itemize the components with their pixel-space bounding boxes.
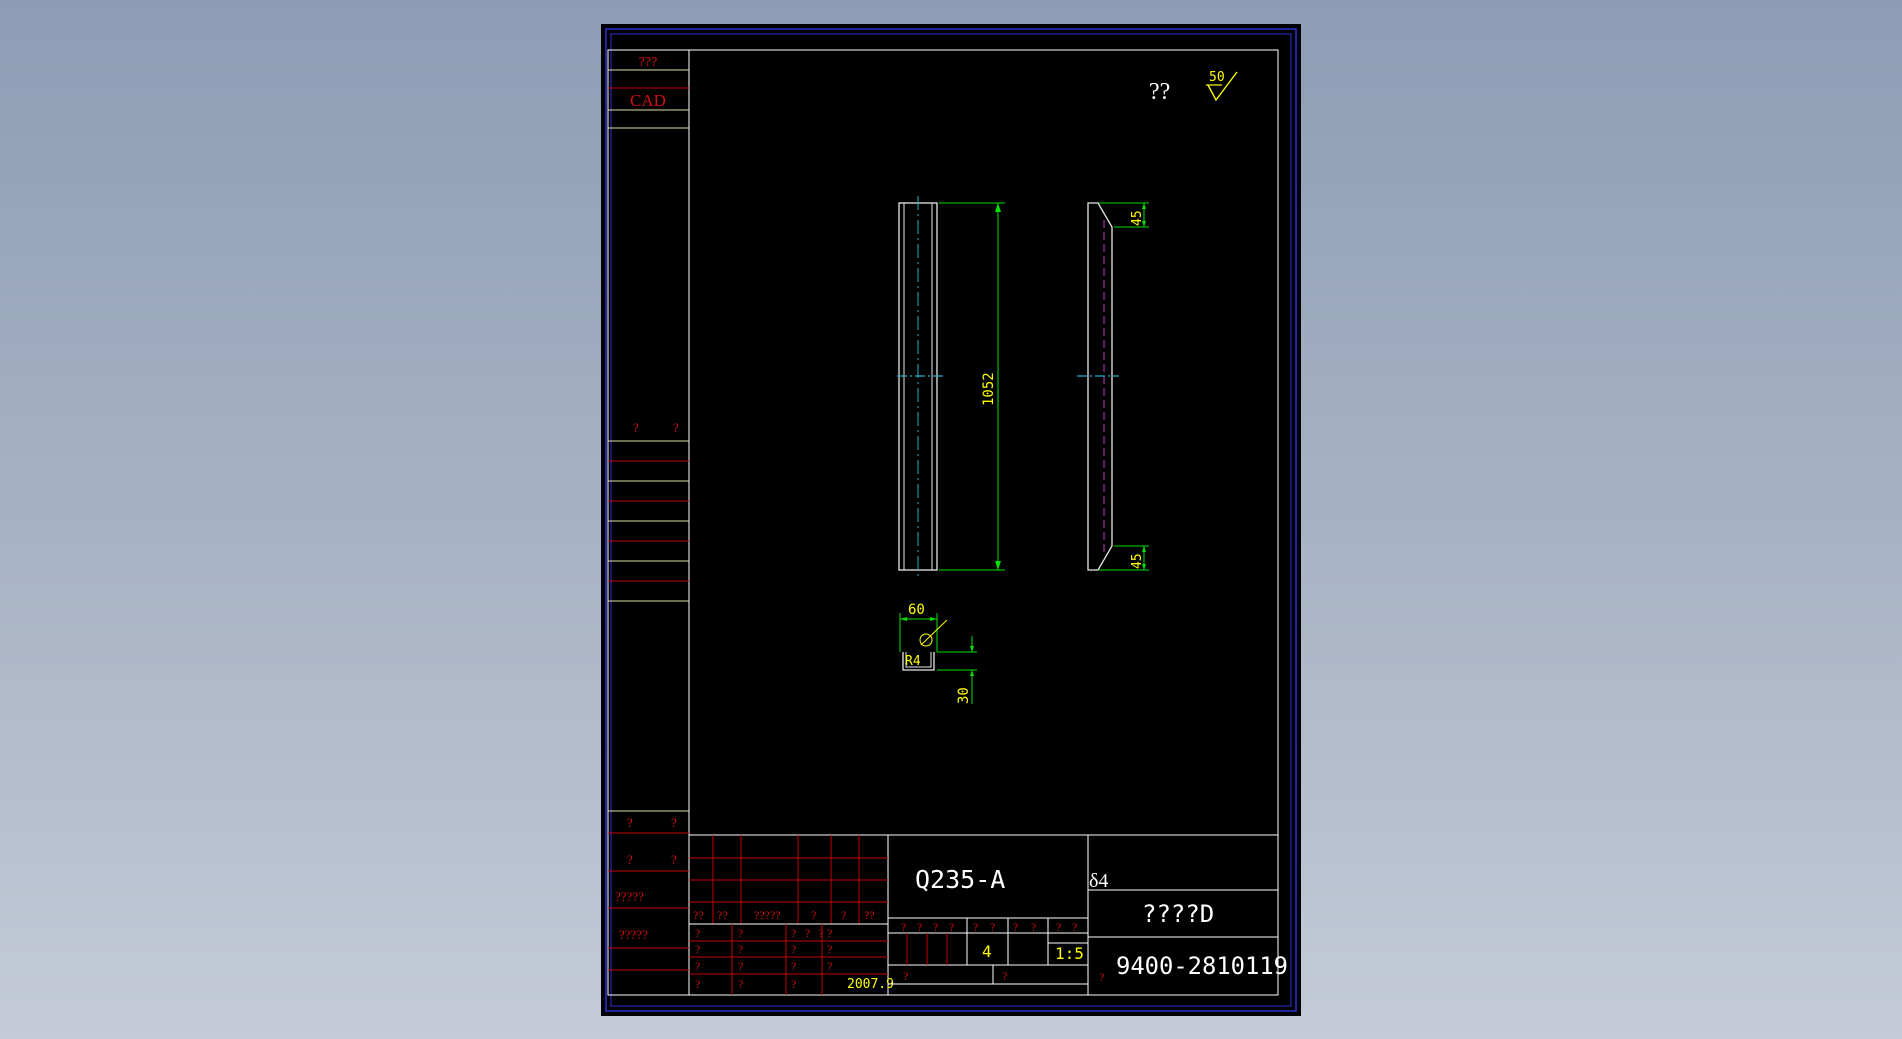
bevel-top-dimension: 45 bbox=[1130, 210, 1145, 226]
mid-label-6: ? bbox=[990, 920, 995, 934]
grid-r2-c2: ? bbox=[738, 942, 743, 956]
grid-r4-c1: ? bbox=[695, 977, 700, 991]
roughness-label: ?? bbox=[1149, 79, 1170, 105]
thickness-value: δ4 bbox=[1089, 870, 1108, 892]
mid-label-1: ? bbox=[901, 920, 906, 934]
roughness-value: 50 bbox=[1209, 70, 1225, 85]
bevel-bottom-dimension: 45 bbox=[1130, 553, 1145, 569]
height-dimension: 30 bbox=[956, 687, 972, 704]
grid-r2-c3: ? bbox=[791, 942, 796, 956]
grid-r2-c4: ? bbox=[827, 942, 832, 956]
grid-r3-c3: ? bbox=[791, 959, 796, 973]
material-value: Q235-A bbox=[915, 865, 1005, 894]
outer-frame bbox=[605, 28, 1297, 1012]
grid-r1-c2: ? bbox=[738, 926, 743, 940]
section-view: 60 30 R4 bbox=[899, 602, 977, 704]
date-value: 2007.9 bbox=[847, 977, 894, 992]
side-view: 45 45 bbox=[1077, 202, 1149, 571]
mid-label-5: ? bbox=[973, 920, 978, 934]
header-cell-2: ?? bbox=[717, 908, 728, 922]
cad-label: CAD bbox=[630, 91, 666, 110]
left-row-a-1: ? bbox=[633, 420, 639, 435]
left-column: ??? CAD ? ? ? ? ? ? ????? ????? bbox=[608, 55, 689, 971]
left-row-c-2: ? bbox=[671, 852, 677, 867]
mid-label-9: ? bbox=[1056, 920, 1061, 934]
drawing-border bbox=[607, 49, 1279, 996]
width-dimension: 60 bbox=[908, 602, 925, 618]
header-cell-3: ????? bbox=[754, 908, 781, 922]
part-name: ????D bbox=[1142, 900, 1214, 928]
radius-dimension: R4 bbox=[905, 654, 921, 669]
roughness-symbol: ?? 50 bbox=[1149, 70, 1238, 105]
title-block: ?? ?? ????? ? ? ?? ? ? ? ? ? ? ? ? ? ? ?… bbox=[689, 834, 1288, 995]
header-cell-6: ?? bbox=[864, 908, 875, 922]
grid-r1-c6: ? bbox=[827, 926, 832, 940]
mid-label-7: ? bbox=[1013, 920, 1018, 934]
grid-r4-c2: ? bbox=[738, 977, 743, 991]
grid-r2-c1: ? bbox=[695, 942, 700, 956]
grid-r4-c3: ? bbox=[791, 977, 796, 991]
header-cell-1: ?? bbox=[693, 908, 704, 922]
mid-label-10: ? bbox=[1072, 920, 1077, 934]
bottom-mark-3: ? bbox=[1099, 970, 1104, 984]
grid-r1-c3: ? bbox=[791, 926, 796, 940]
bottom-mark-2: ? bbox=[1002, 969, 1007, 983]
left-row-c-1: ? bbox=[627, 852, 633, 867]
quantity-value: 4 bbox=[982, 942, 992, 961]
mid-label-8: ? bbox=[1031, 920, 1036, 934]
grid-r3-c1: ? bbox=[695, 959, 700, 973]
bottom-mark-1: ? bbox=[903, 969, 908, 983]
mid-label-2: ? bbox=[917, 920, 922, 934]
grid-r3-c4: ? bbox=[827, 959, 832, 973]
left-row-b-2: ? bbox=[671, 815, 677, 830]
header-cell-4: ? bbox=[811, 908, 816, 922]
left-title-mark: ??? bbox=[639, 55, 658, 70]
mid-label-4: ? bbox=[949, 920, 954, 934]
grid-r1-c4: ? bbox=[805, 926, 810, 940]
grid-r3-c2: ? bbox=[738, 959, 743, 973]
length-dimension: 1052 bbox=[981, 372, 997, 406]
scale-value: 1:5 bbox=[1055, 944, 1084, 963]
grid-r1-c1: ? bbox=[695, 926, 700, 940]
left-row-b-1: ? bbox=[627, 815, 633, 830]
drawing-number: 9400-2810119 bbox=[1116, 952, 1288, 980]
left-label-d: ????? bbox=[615, 889, 644, 904]
left-row-a-2: ? bbox=[673, 420, 679, 435]
left-label-e: ????? bbox=[619, 927, 648, 942]
grid-r1-c5: ? bbox=[818, 926, 823, 940]
mid-label-3: ? bbox=[933, 920, 938, 934]
header-cell-5: ? bbox=[841, 908, 846, 922]
front-view: 1052 bbox=[897, 196, 1005, 577]
drawing-sheet: ??? CAD ? ? ? ? ? ? ????? ????? ?? 50 10… bbox=[601, 24, 1301, 1016]
